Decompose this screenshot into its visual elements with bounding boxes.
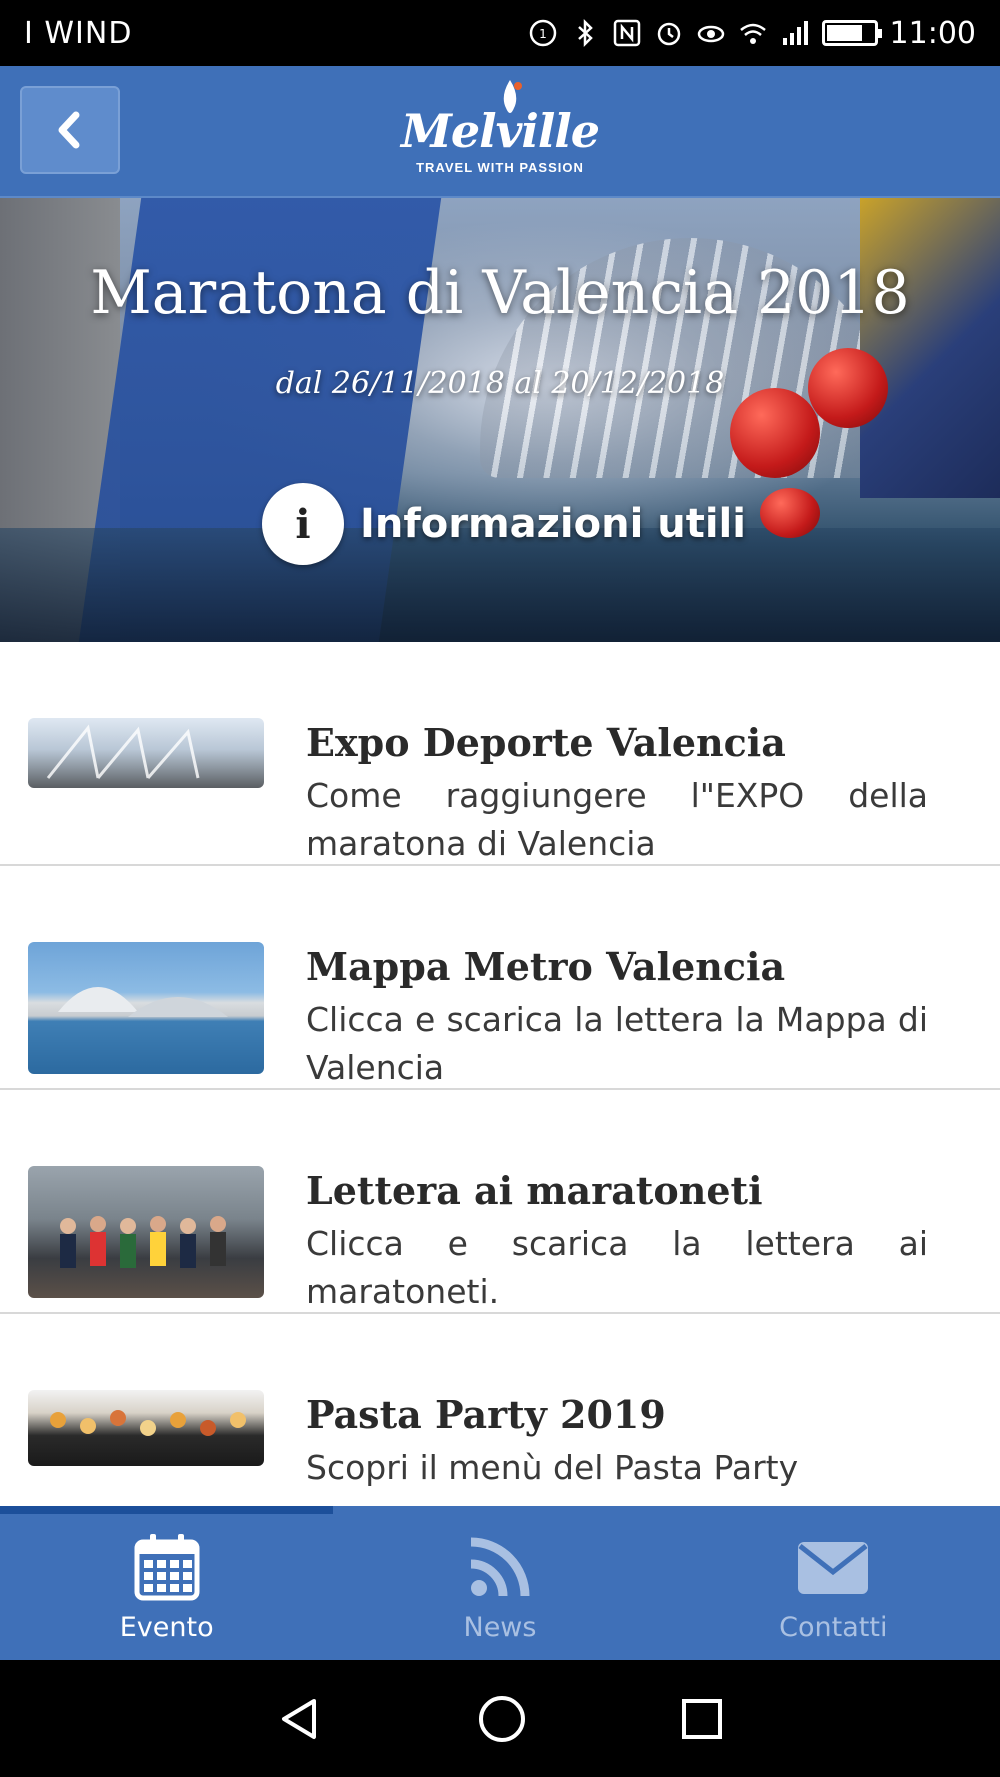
item-thumbnail	[28, 718, 264, 788]
clock: 11:00	[889, 15, 976, 51]
item-thumbnail	[28, 942, 264, 1074]
item-title: Expo Deporte Valencia	[306, 720, 786, 765]
item-description: Clicca e scarica la lettera la Mappa di …	[306, 1000, 928, 1087]
tab-label: Contatti	[779, 1611, 888, 1643]
home-circle-icon[interactable]	[477, 1694, 527, 1744]
logo-flame-icon	[503, 80, 522, 113]
list-item[interactable]: Lettera ai maratoneti Clicca e scarica l…	[0, 1090, 1000, 1314]
carrier-label: I WIND	[24, 15, 133, 51]
app-header: Melville TRAVEL WITH PASSION	[0, 66, 1000, 198]
tab-contatti[interactable]: Contatti	[667, 1514, 1000, 1660]
back-button[interactable]	[20, 86, 120, 174]
info-button[interactable]: i Informazioni utili	[262, 483, 746, 565]
eye-comfort-icon	[697, 25, 724, 43]
list-item[interactable]: Expo Deporte Valencia Come raggiungere l…	[0, 642, 1000, 866]
bottom-tab-bar: Evento News Contatti	[0, 1514, 1000, 1660]
back-triangle-icon[interactable]	[276, 1695, 324, 1743]
recents-square-icon[interactable]	[680, 1697, 724, 1741]
scroll-progress	[0, 1506, 1000, 1514]
logo-tagline: TRAVEL WITH PASSION	[416, 160, 584, 175]
wifi-icon	[739, 23, 766, 44]
item-title: Mappa Metro Valencia	[306, 944, 786, 989]
item-title: Lettera ai maratoneti	[306, 1168, 763, 1213]
item-thumbnail	[28, 1166, 264, 1298]
hero-bg-balloon	[730, 388, 820, 478]
tab-news[interactable]: News	[333, 1514, 666, 1660]
tab-evento[interactable]: Evento	[0, 1514, 333, 1660]
envelope-icon	[798, 1541, 869, 1594]
scroll-progress-fill	[0, 1506, 333, 1514]
list-item[interactable]: Mappa Metro Valencia Clicca e scarica la…	[0, 866, 1000, 1090]
svg-text:1: 1	[539, 27, 547, 41]
item-description: Clicca e scarica la lettera ai maratonet…	[306, 1224, 928, 1311]
alarm-icon	[657, 22, 680, 46]
tab-label: Evento	[119, 1611, 214, 1643]
battery-icon	[821, 20, 882, 46]
hero-bg-balloon	[760, 488, 820, 538]
brand-logo: Melville TRAVEL WITH PASSION	[400, 78, 600, 188]
status-icons: 1 11:00	[528, 16, 976, 51]
item-title: Pasta Party 2019	[306, 1392, 666, 1437]
rss-icon	[470, 1537, 530, 1596]
event-dates: dal 26/11/2018 al 20/12/2018	[275, 366, 725, 401]
list-item[interactable]: Pasta Party 2019 Scopri il menù del Past…	[0, 1314, 1000, 1506]
nfc-icon	[613, 19, 640, 47]
signal-icon	[782, 21, 808, 45]
sim-icon: 1	[529, 19, 556, 47]
item-description: Scopri il menù del Pasta Party	[306, 1448, 799, 1487]
info-button-label: Informazioni utili	[360, 501, 746, 547]
info-list: Expo Deporte Valencia Come raggiungere l…	[0, 642, 1000, 1506]
calendar-icon	[134, 1533, 200, 1600]
bluetooth-icon	[577, 18, 593, 48]
status-bar: I WIND 1 11:00	[0, 0, 1000, 66]
item-description: Come raggiungere l"EXPO della maratona d…	[306, 776, 928, 863]
item-thumbnail	[28, 1390, 264, 1466]
system-navigation-bar	[0, 1660, 1000, 1777]
tab-label: News	[463, 1611, 537, 1643]
event-title: Maratona di Valencia 2018	[90, 258, 910, 328]
event-hero: Maratona di Valencia 2018 dal 26/11/2018…	[0, 198, 1000, 642]
info-icon: i	[262, 483, 344, 565]
chevron-left-icon	[58, 111, 80, 149]
hero-bg-sign	[860, 198, 1000, 498]
